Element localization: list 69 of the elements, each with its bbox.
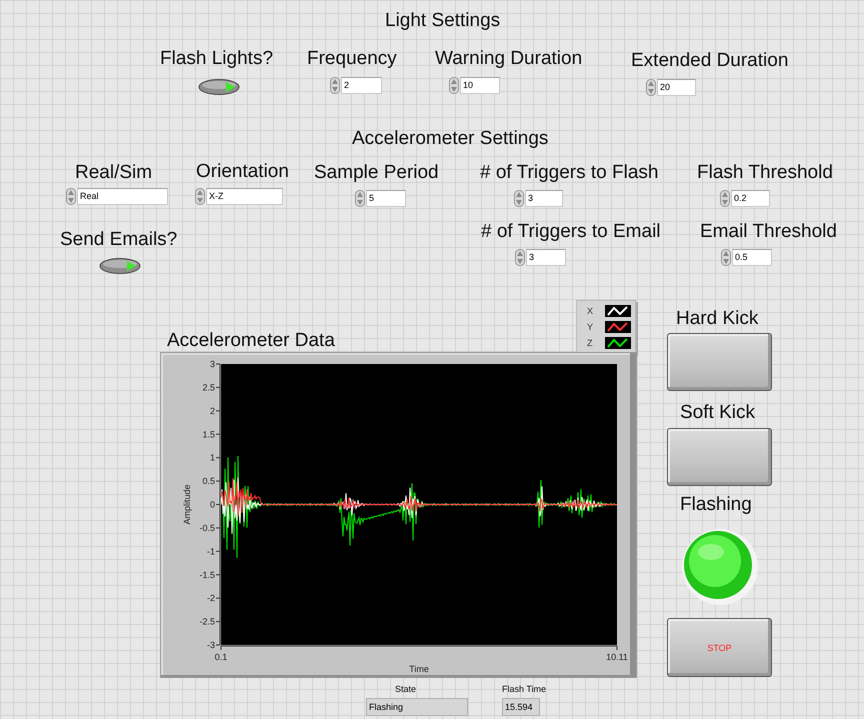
control-label: Flashing <box>680 494 752 516</box>
control-label: Warning Duration <box>435 48 582 70</box>
legend-swatch <box>605 321 631 333</box>
tick-label: -1.5 <box>199 570 215 580</box>
tick-label: 0.1 <box>214 652 228 662</box>
tick-label: 0.5 <box>202 476 215 486</box>
control-label: Extended Duration <box>631 50 788 72</box>
legend-label: Z <box>586 338 592 348</box>
spinner-buttons[interactable] <box>515 249 525 266</box>
numeric-field[interactable]: 3 <box>525 190 563 207</box>
control-label: Real/Sim <box>75 162 152 184</box>
numeric-field[interactable]: 10 <box>460 77 500 94</box>
spinner-buttons[interactable] <box>646 79 656 96</box>
control-label: Flash Threshold <box>697 162 833 184</box>
indicator-field: 15.594 <box>502 698 540 716</box>
numeric-field[interactable]: X-Z <box>206 188 283 205</box>
spinner-buttons[interactable] <box>721 249 731 266</box>
tick-label: 3 <box>210 359 215 369</box>
tick-label: -2.5 <box>199 616 215 627</box>
control-label: State <box>395 684 416 695</box>
spinner-buttons[interactable] <box>195 188 205 205</box>
section-title: Light Settings <box>385 10 500 32</box>
legend-label: Y <box>586 322 594 332</box>
tick-label: -0.5 <box>199 522 215 533</box>
spinner-buttons[interactable] <box>514 190 524 207</box>
control-label: # of Triggers to Flash <box>480 162 658 184</box>
numeric-field[interactable]: 3 <box>526 249 566 266</box>
tick-label: -3 <box>206 640 215 650</box>
legend-swatch <box>605 305 631 317</box>
kick-button[interactable] <box>667 333 772 391</box>
numeric-field[interactable]: 0.2 <box>731 190 770 207</box>
spinner-buttons[interactable] <box>449 77 459 94</box>
control-label: Orientation <box>196 161 289 183</box>
axis-label: Time <box>409 664 429 674</box>
kick-button[interactable] <box>667 428 772 486</box>
tick-label: 2 <box>210 406 215 416</box>
control-label: Soft Kick <box>680 402 755 424</box>
numeric-field[interactable]: 0.5 <box>732 249 772 266</box>
numeric-field[interactable]: 20 <box>657 79 696 96</box>
control-label: Sample Period <box>314 162 439 184</box>
control-label: Flash Lights? <box>160 48 274 70</box>
numeric-field[interactable]: 2 <box>341 77 382 94</box>
legend-swatch <box>605 337 631 349</box>
tick-label: 10.11 <box>606 652 628 662</box>
section-title: Accelerometer Settings <box>352 128 548 150</box>
control-label: # of Triggers to Email <box>481 221 661 243</box>
spinner-buttons[interactable] <box>720 190 730 207</box>
control-label: Hard Kick <box>676 308 758 330</box>
control-label: Frequency <box>307 48 397 70</box>
control-label: Email Threshold <box>700 221 837 243</box>
legend-label: X <box>586 306 594 316</box>
toggle-switch[interactable] <box>198 79 240 95</box>
axis-label: Amplitude <box>182 484 192 525</box>
graph-title: Accelerometer Data <box>167 330 335 352</box>
tick-label: 1.5 <box>202 429 215 440</box>
indicator-field: Flashing <box>366 698 468 716</box>
numeric-field[interactable]: 5 <box>366 190 406 207</box>
tick-label: -1 <box>206 546 215 556</box>
spinner-buttons[interactable] <box>330 77 340 94</box>
numeric-field[interactable]: Real <box>77 188 168 205</box>
tick-label: -2 <box>206 593 215 604</box>
tick-label: 2.5 <box>202 382 215 392</box>
tick-label: 1 <box>210 452 215 463</box>
toggle-switch[interactable] <box>99 258 141 274</box>
control-label: Send Emails? <box>60 229 178 251</box>
tick-label: 0 <box>210 500 215 510</box>
spinner-buttons[interactable] <box>355 190 365 207</box>
control-label: Flash Time <box>502 684 546 695</box>
spinner-buttons[interactable] <box>66 188 76 205</box>
